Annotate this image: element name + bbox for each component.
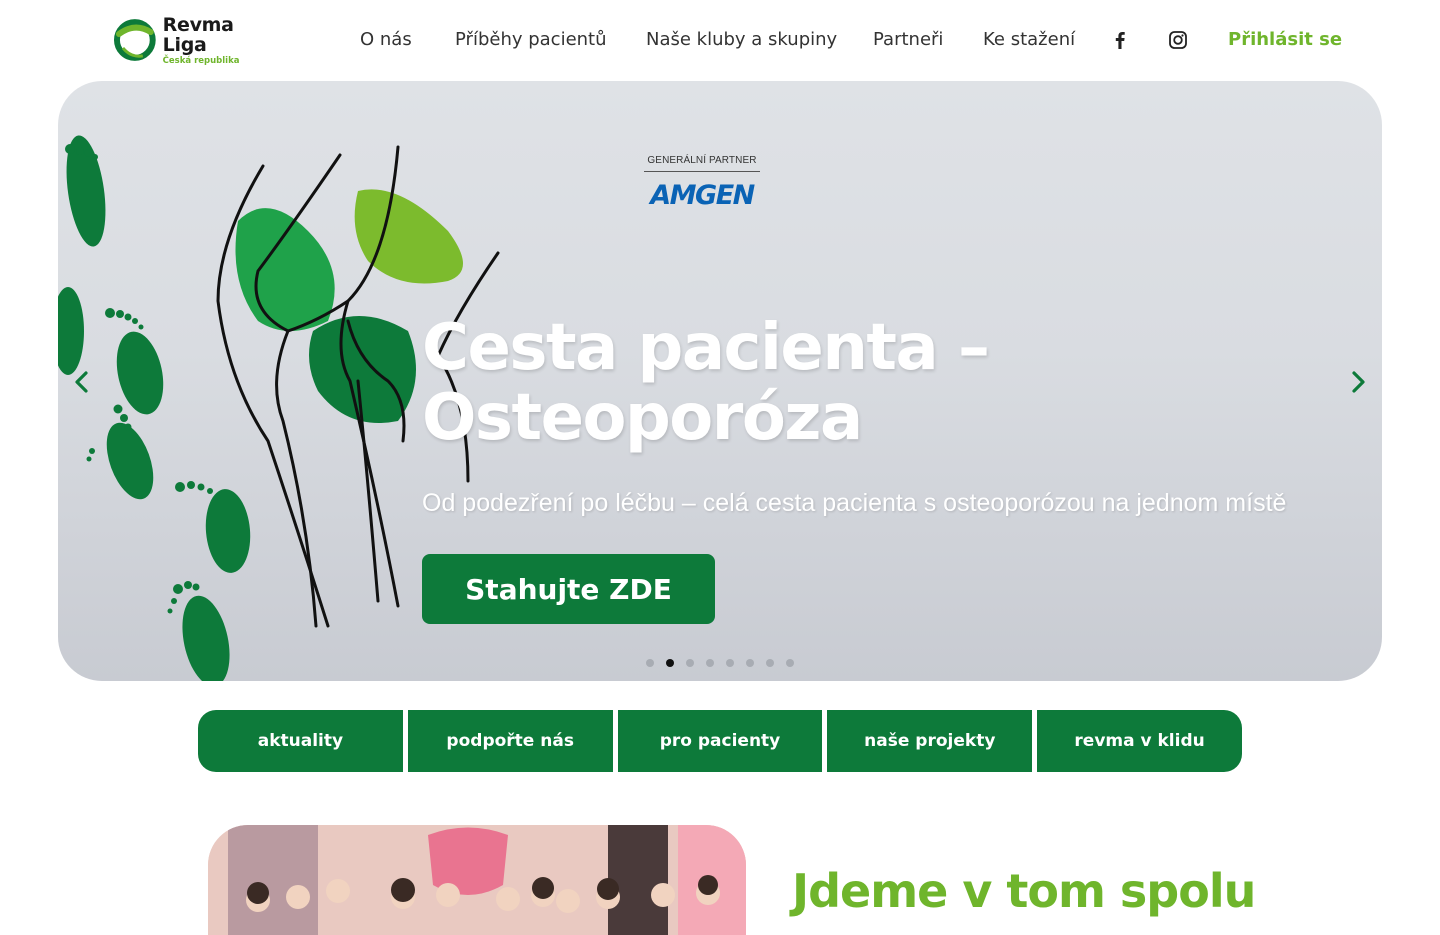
amgen-logo: AMGEN (650, 180, 755, 211)
chevron-left-icon[interactable] (71, 369, 93, 395)
tab-pro-pacienty[interactable]: pro pacienty (617, 710, 823, 772)
slider-dot[interactable] (746, 659, 754, 667)
nav-item-ke-stazeni[interactable]: Ke stažení (983, 26, 1075, 54)
site-header: Revma Liga Česká republika O nás Příběhy… (0, 0, 1440, 80)
tab-podporte-nas[interactable]: podpořte nás (407, 710, 613, 772)
category-tabs: aktuality podpořte nás pro pacienty naše… (198, 710, 1242, 772)
section-headline: Jdeme v tom spolu (792, 864, 1256, 918)
group-photo (208, 825, 746, 935)
logo-subtitle: Česká republika (162, 55, 240, 66)
download-button[interactable]: Stahujte ZDE (422, 554, 715, 624)
hero-slider: GENERÁLNÍ PARTNER AMGEN Cesta pacienta –… (58, 81, 1382, 681)
facebook-icon[interactable] (1109, 29, 1131, 51)
general-partner-block: GENERÁLNÍ PARTNER AMGEN (644, 155, 760, 211)
hero-subtitle: Od podezření po léčbu – celá cesta pacie… (422, 489, 1287, 517)
logo-title: Revma Liga (162, 13, 234, 56)
tab-aktuality[interactable]: aktuality (198, 710, 403, 772)
nav-item-pribehy-pacientu[interactable]: Příběhy pacientů (455, 26, 607, 54)
tab-revma-v-klidu[interactable]: revma v klidu (1037, 710, 1242, 772)
instagram-icon[interactable] (1167, 29, 1189, 51)
login-link[interactable]: Přihlásit se (1228, 26, 1342, 54)
slider-dot[interactable] (726, 659, 734, 667)
slider-pagination (646, 659, 794, 669)
group-photo-image (208, 825, 746, 935)
revma-liga-ring-logo-icon (113, 19, 156, 61)
hero-title-line-2: Osteoporóza (422, 381, 863, 455)
site-logo[interactable]: Revma Liga Česká republika (113, 13, 283, 66)
slider-dot[interactable] (646, 659, 654, 667)
slider-dot[interactable] (686, 659, 694, 667)
nav-item-nase-kluby[interactable]: Naše kluby a skupiny (646, 26, 837, 54)
tab-nase-projekty[interactable]: naše projekty (827, 710, 1033, 772)
slider-dot[interactable] (786, 659, 794, 667)
slider-dot[interactable] (666, 659, 674, 667)
slider-dot[interactable] (706, 659, 714, 667)
nav-item-o-nas[interactable]: O nás (360, 26, 412, 54)
chevron-right-icon[interactable] (1347, 369, 1369, 395)
hero-title: Cesta pacienta – Osteoporóza (422, 313, 1122, 453)
nav-item-partneri[interactable]: Partneři (873, 26, 943, 54)
partner-label: GENERÁLNÍ PARTNER (644, 155, 760, 172)
slider-dot[interactable] (766, 659, 774, 667)
hero-title-line-1: Cesta pacienta – (422, 311, 990, 385)
